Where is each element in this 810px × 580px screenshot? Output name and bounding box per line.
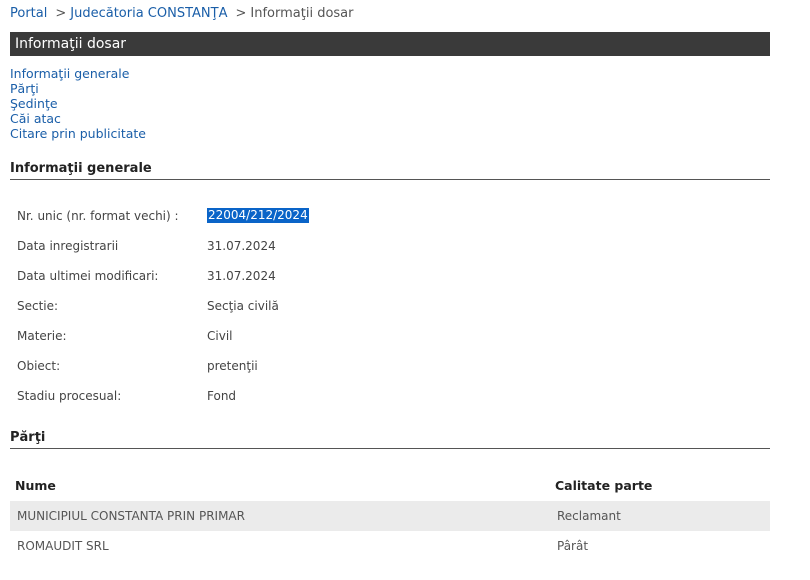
table-row: MUNICIPIUL CONSTANTA PRIN PRIMAR Reclama…: [10, 501, 770, 531]
info-value: 31.07.2024: [207, 239, 276, 253]
column-header-name: Nume: [15, 478, 56, 493]
page-title: Informaţii dosar: [10, 32, 770, 56]
info-value: Civil: [207, 329, 233, 343]
info-label: Data inregistrarii: [17, 239, 119, 253]
nav-link-parties[interactable]: Părţi: [10, 81, 146, 96]
page: Portal > Judecătoria CONSTANŢA > Informaţii …: [0, 0, 810, 580]
general-info-heading: Informaţii generale: [10, 160, 770, 180]
case-number-value[interactable]: 22004/212/2024: [207, 208, 309, 223]
party-role: Reclamant: [557, 509, 621, 523]
breadcrumb: Portal > Judecătoria CONSTANŢA > Informaţii …: [10, 6, 353, 21]
party-name: MUNICIPIUL CONSTANTA PRIN PRIMAR: [17, 509, 245, 523]
nav-link-public-summons[interactable]: Citare prin publicitate: [10, 126, 146, 141]
party-name: ROMAUDIT SRL: [17, 539, 109, 553]
section-nav: Informaţii generale Părţi Şedinţe Căi at…: [10, 66, 146, 141]
column-header-role: Calitate parte: [555, 478, 653, 493]
info-label: Sectie:: [17, 299, 59, 313]
info-label: Stadiu procesual:: [17, 389, 122, 403]
info-value: 31.07.2024: [207, 269, 276, 283]
info-value: Fond: [207, 389, 237, 403]
info-label: Nr. unic (nr. format vechi) :: [17, 209, 179, 223]
parties-table-header: Nume Calitate parte: [10, 476, 770, 496]
info-label: Materie:: [17, 329, 67, 343]
breadcrumb-court-link[interactable]: Judecătoria CONSTANŢA: [70, 6, 227, 21]
party-role: Pârât: [557, 539, 589, 553]
breadcrumb-separator: >: [55, 6, 67, 21]
info-label: Obiect:: [17, 359, 61, 373]
nav-link-appeals[interactable]: Căi atac: [10, 111, 146, 126]
info-label: Data ultimei modificari:: [17, 269, 159, 283]
info-value: Secţia civilă: [207, 299, 279, 313]
parties-heading: Părţi: [10, 429, 770, 449]
breadcrumb-portal-link[interactable]: Portal: [10, 6, 47, 21]
breadcrumb-current: Informaţii dosar: [250, 6, 354, 21]
table-row: ROMAUDIT SRL Pârât: [10, 531, 770, 561]
breadcrumb-separator: >: [235, 6, 247, 21]
nav-link-hearings[interactable]: Şedinţe: [10, 96, 146, 111]
nav-link-general-info[interactable]: Informaţii generale: [10, 66, 146, 81]
info-value: pretenţii: [207, 359, 258, 373]
